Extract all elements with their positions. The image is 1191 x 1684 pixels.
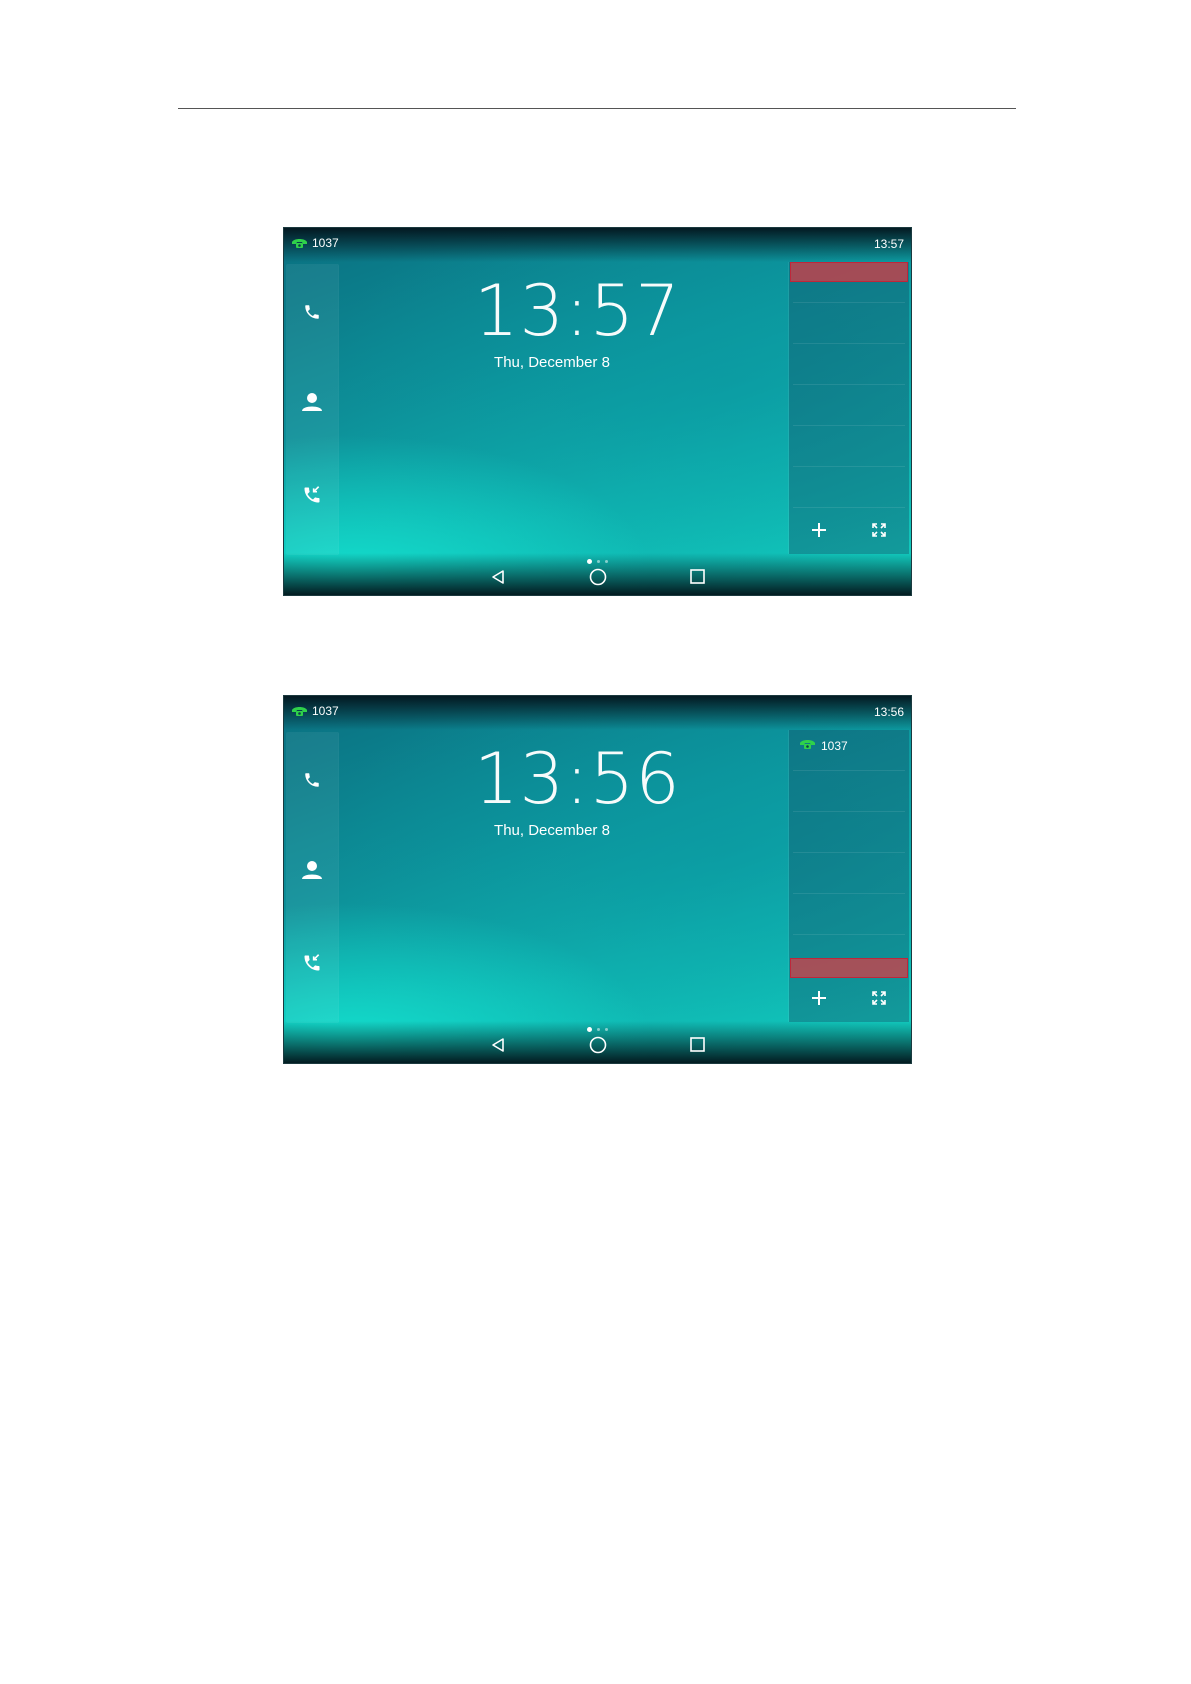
expand-icon xyxy=(872,990,886,1010)
call-history-icon xyxy=(302,485,322,510)
status-account-label: 1037 xyxy=(312,236,339,250)
plus-icon xyxy=(811,990,827,1011)
dial-button[interactable] xyxy=(286,294,338,334)
line-key-panel: 1037 xyxy=(789,730,909,1022)
line-key-3[interactable] xyxy=(793,344,905,385)
recent-apps-button[interactable] xyxy=(684,1033,712,1061)
home-clock: 13:57 xyxy=(474,270,681,352)
expand-button[interactable] xyxy=(859,514,899,550)
status-account-label: 1037 xyxy=(312,704,339,718)
status-line-account[interactable]: 1037 xyxy=(291,704,339,718)
home-date: Thu, December 8 xyxy=(494,822,610,839)
home-icon xyxy=(589,1036,607,1059)
handset-icon xyxy=(303,303,321,326)
directory-button[interactable] xyxy=(286,852,338,892)
plus-icon xyxy=(811,522,827,543)
sidebar xyxy=(286,264,338,555)
line-key-6[interactable] xyxy=(793,467,905,508)
home-icon xyxy=(589,568,607,591)
status-time: 13:57 xyxy=(873,237,904,251)
back-icon xyxy=(490,569,506,590)
line-key-3[interactable] xyxy=(793,812,905,853)
history-button[interactable] xyxy=(286,945,338,985)
status-line-account[interactable]: 1037 xyxy=(291,236,339,250)
line-key-account: 1037 xyxy=(799,738,848,753)
panel-footer xyxy=(789,510,909,554)
home-button[interactable] xyxy=(584,565,612,593)
line-key-1[interactable]: 1037 xyxy=(793,730,905,771)
navigation-bar xyxy=(284,563,911,595)
phone-receiver-icon xyxy=(799,738,816,753)
line-key-4[interactable] xyxy=(793,853,905,894)
recent-apps-button[interactable] xyxy=(684,565,712,593)
add-key-button[interactable] xyxy=(799,982,839,1018)
navigation-bar xyxy=(284,1031,911,1063)
line-key-label: 1037 xyxy=(821,738,848,753)
home-date: Thu, December 8 xyxy=(494,354,610,371)
panel-footer xyxy=(789,978,909,1022)
home-button[interactable] xyxy=(584,1033,612,1061)
phone-screen-1: 1037 13:57 13:57 Thu, December 8 xyxy=(283,227,912,596)
home-clock: 13:56 xyxy=(474,738,681,820)
line-key-5[interactable] xyxy=(793,426,905,467)
contact-icon xyxy=(301,392,323,417)
recent-apps-icon xyxy=(690,1037,705,1057)
highlight-box xyxy=(790,958,908,978)
recent-apps-icon xyxy=(690,569,705,589)
highlight-box xyxy=(790,262,908,282)
add-key-button[interactable] xyxy=(799,514,839,550)
phone-receiver-icon xyxy=(291,705,308,717)
contact-icon xyxy=(301,860,323,885)
line-key-2[interactable] xyxy=(793,771,905,812)
expand-button[interactable] xyxy=(859,982,899,1018)
handset-icon xyxy=(303,771,321,794)
dial-button[interactable] xyxy=(286,762,338,802)
history-button[interactable] xyxy=(286,477,338,517)
line-key-2[interactable] xyxy=(793,303,905,344)
line-key-4[interactable] xyxy=(793,385,905,426)
call-history-icon xyxy=(302,953,322,978)
line-key-panel xyxy=(789,262,909,554)
line-key-5[interactable] xyxy=(793,894,905,935)
status-time: 13:56 xyxy=(873,705,904,719)
page-header-rule xyxy=(178,108,1016,109)
back-button[interactable] xyxy=(484,1033,512,1061)
back-button[interactable] xyxy=(484,565,512,593)
back-icon xyxy=(490,1037,506,1058)
sidebar xyxy=(286,732,338,1023)
directory-button[interactable] xyxy=(286,384,338,424)
phone-screen-2: 1037 13:56 13:56 Thu, December 8 1037 xyxy=(283,695,912,1064)
phone-receiver-icon xyxy=(291,237,308,249)
expand-icon xyxy=(872,522,886,542)
